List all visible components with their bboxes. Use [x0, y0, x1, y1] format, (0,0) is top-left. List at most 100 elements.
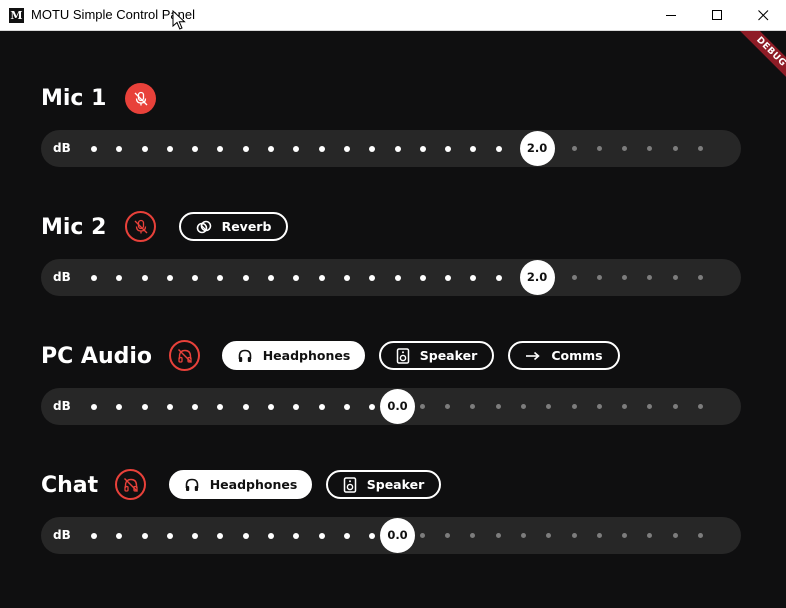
mute-button[interactable]: [115, 469, 146, 500]
slider-step-dot: [242, 146, 249, 152]
slider-unit-label: dB: [53, 399, 71, 413]
slider-unit-label: dB: [53, 141, 71, 155]
slider-step-dot: [91, 146, 97, 152]
slider-step-dot: [622, 404, 628, 409]
slider-unit-label: dB: [53, 270, 71, 284]
mute-button[interactable]: [169, 340, 200, 371]
slider-step-dot: [596, 533, 602, 538]
slider-step-dot: [192, 275, 199, 281]
headphones-label: Headphones: [209, 477, 298, 492]
slider-step-dot: [419, 404, 425, 409]
volume-slider[interactable]: dB 0.0: [41, 517, 741, 554]
slider-step-dot: [268, 404, 275, 410]
close-icon: [757, 9, 768, 20]
maximize-icon: [711, 9, 722, 20]
slider-step-dot: [622, 533, 628, 538]
slider-step-dot: [698, 146, 703, 151]
slider-step-dot: [520, 533, 526, 538]
slider-step-dot: [369, 533, 376, 539]
slider-step-dot: [116, 146, 123, 152]
slider-step-dot: [242, 404, 249, 410]
slider-step-dot: [268, 275, 275, 281]
mute-button[interactable]: [125, 83, 156, 114]
slider-step-dot: [470, 275, 477, 281]
speaker-button[interactable]: Speaker: [379, 341, 494, 370]
reverb-label: Reverb: [221, 219, 272, 234]
minimize-button[interactable]: [648, 0, 694, 30]
mouse-cursor-icon: [172, 10, 186, 30]
slider-step-dot: [217, 533, 224, 539]
slider-knob[interactable]: 2.0: [519, 131, 555, 166]
mic-off-icon: [134, 219, 147, 233]
slider-step-dot: [495, 533, 501, 538]
slider-step-dot: [596, 404, 602, 409]
close-button[interactable]: [740, 0, 786, 30]
slider-step-dot: [520, 404, 526, 409]
slider-step-dot: [470, 533, 476, 538]
volume-slider[interactable]: dB 2.0: [41, 259, 741, 296]
reverb-icon: [196, 219, 212, 235]
slider-step-dot: [268, 146, 275, 152]
slider-step-dot: [445, 404, 451, 409]
arrow-right-icon: [525, 350, 541, 362]
slider-knob[interactable]: 0.0: [380, 518, 415, 553]
minimize-icon: [665, 14, 676, 16]
slider-step-dot: [672, 146, 678, 151]
slider-step-dot: [343, 146, 350, 152]
slider-step-dot: [596, 146, 602, 151]
slider-step-dot: [647, 146, 653, 151]
title-bar[interactable]: M MOTU Simple Control Panel: [0, 0, 786, 31]
slider-step-dot: [571, 275, 577, 280]
headphones-button[interactable]: Headphones: [169, 470, 312, 499]
slider-step-dot: [672, 533, 678, 538]
slider-step-dot: [622, 146, 628, 151]
slider-knob[interactable]: 2.0: [519, 260, 555, 295]
volume-slider[interactable]: dB 0.0: [41, 388, 741, 425]
slider-step-dot: [394, 146, 401, 152]
comms-button[interactable]: Comms: [508, 341, 620, 370]
slider-step-dot: [698, 275, 703, 280]
slider-step-dot: [318, 146, 325, 152]
mute-button[interactable]: [125, 211, 156, 242]
slider-step-dot: [116, 404, 123, 410]
slider-step-dot: [192, 146, 199, 152]
slider-step-dot: [647, 533, 653, 538]
slider-step-dot: [495, 275, 502, 281]
slider-step-dot: [318, 404, 325, 410]
reverb-button[interactable]: Reverb: [179, 212, 288, 241]
slider-knob[interactable]: 0.0: [380, 389, 415, 424]
slider-step-dot: [369, 275, 376, 281]
slider-step-dot: [293, 146, 300, 152]
slider-step-dot: [698, 533, 703, 538]
slider-step-dot: [166, 404, 173, 410]
slider-step-dot: [242, 275, 249, 281]
headphones-off-icon: [177, 348, 192, 363]
comms-label: Comms: [551, 348, 603, 363]
maximize-button[interactable]: [694, 0, 740, 30]
speaker-button[interactable]: Speaker: [326, 470, 441, 499]
slider-step-dot: [166, 146, 173, 152]
headphones-label: Headphones: [262, 348, 351, 363]
debug-banner-label: DEBUG: [734, 31, 786, 89]
slider-step-dot: [192, 533, 199, 539]
app-logo-icon: M: [9, 8, 24, 23]
debug-banner: DEBUG: [726, 31, 786, 91]
slider-step-dot: [166, 533, 173, 539]
speaker-label: Speaker: [419, 348, 478, 363]
slider-step-dot: [217, 404, 224, 410]
volume-slider[interactable]: dB 2.0: [41, 130, 741, 167]
headphones-button[interactable]: Headphones: [222, 341, 365, 370]
window-title: MOTU Simple Control Panel: [31, 7, 195, 22]
slider-step-dot: [116, 275, 123, 281]
headphones-icon: [237, 348, 253, 364]
slider-step-dot: [672, 275, 678, 280]
slider-step-dot: [622, 275, 628, 280]
slider-step-dot: [698, 404, 703, 409]
slider-step-dot: [91, 275, 97, 281]
speaker-icon: [343, 476, 357, 493]
slider-step-dot: [192, 404, 199, 410]
slider-step-dot: [571, 533, 577, 538]
slider-step-dot: [596, 275, 602, 280]
slider-step-dot: [91, 404, 97, 410]
slider-step-dot: [318, 275, 325, 281]
